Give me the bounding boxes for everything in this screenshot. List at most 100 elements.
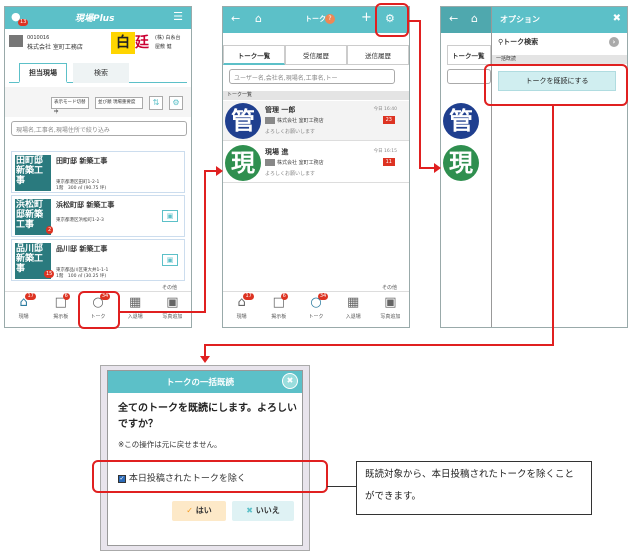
site-tabs: 担当現場 検索 <box>9 63 187 83</box>
nav-badge: 17 <box>25 293 36 300</box>
bottom-nav: ⌂ 17 現場 □ 6 掲示板 ○ 34 トーク ▦ 入退場 ▣ 写真追加 <box>223 291 409 327</box>
talk-badge: 11 <box>382 158 395 166</box>
camera-icon: ▣ <box>384 295 397 310</box>
tab-assigned-sites[interactable]: 担当現場 <box>19 63 67 83</box>
help-icon[interactable]: ? <box>325 14 335 24</box>
talk-search-label: トーク検索 <box>503 38 539 46</box>
arrow-head <box>200 356 210 363</box>
right-company: (株) 白糸台 <box>155 35 181 41</box>
tab-sent[interactable]: 送信履歴 <box>347 45 409 65</box>
nav-badge: 6 <box>62 293 70 300</box>
dialog-message: 全てのトークを既読にします。よろしいですか？ <box>118 403 297 430</box>
truck-icon[interactable]: ▣ <box>162 254 178 266</box>
talk-row[interactable]: 現 現場 進 株式会社 室町工務店 よろしくお願いします 今日 16:15 11 <box>223 143 409 183</box>
no-button[interactable]: ✖ いいえ <box>232 501 294 521</box>
plus-icon[interactable]: + <box>361 11 372 25</box>
yes-button[interactable]: ✓ はい <box>172 501 226 521</box>
user-info: 0010016 株式会社 室町工務店 白 廷 (株) 白糸台 屋敷 健 <box>5 29 191 57</box>
right-person: 屋敷 健 <box>155 44 172 50</box>
talk-list-screen: ← ⌂ トーク ? + ⚙ トーク一覧 受信履歴 送信履歴 ユーザー名,会社名,… <box>222 6 410 328</box>
dialog-header: トークの一括既読 ✖ <box>108 371 302 393</box>
option-panel-screen: ← ⌂ トーク一覧 管 現 オプション ✖ ⚲トーク検索 › 一括既読 トークを… <box>440 6 628 328</box>
display-mode-label: 表示モード切替 <box>54 100 86 105</box>
tab-search[interactable]: 検索 <box>73 63 129 83</box>
connector <box>419 167 435 169</box>
hamburger-icon[interactable]: ☰ <box>173 10 183 24</box>
nav-label: 掲示板 <box>53 314 69 320</box>
nav-board[interactable]: □ 6 掲示板 <box>260 292 297 327</box>
dim-avatar: 現 <box>443 145 479 181</box>
sort-order-button[interactable]: 並び順 現場重要度 <box>95 97 143 109</box>
display-mode-button[interactable]: 表示モード切替 中 <box>51 97 89 115</box>
option-title: オプション <box>500 15 540 24</box>
connector <box>119 311 205 313</box>
nav-photo[interactable]: ▣ 写真追加 <box>372 292 409 327</box>
dim-header: ← ⌂ <box>441 7 491 33</box>
user-building-icon <box>9 35 23 47</box>
talk-row[interactable]: 管 管理 一郎 株式会社 室町工務店 よろしくお願いします 今日 16:40 2… <box>223 101 409 141</box>
app-header: ● 13 現場Plus ☰ <box>5 7 191 29</box>
explanation-callout: 既読対象から、本日投稿されたトークを除くことができます。 <box>356 461 592 515</box>
site-address-text: 東京都港区浜松町1-2-3 <box>56 218 104 223</box>
talk-time: 今日 16:15 <box>373 149 397 154</box>
tab-received[interactable]: 受信履歴 <box>285 45 347 65</box>
talk-tabs: トーク一覧 受信履歴 送信履歴 <box>223 45 409 65</box>
nav-badge: 17 <box>243 293 254 300</box>
nav-entry[interactable]: ▦ 入退場 <box>117 292 154 327</box>
truck-icon[interactable]: ▣ <box>162 210 178 222</box>
tab-talk-list[interactable]: トーク一覧 <box>223 45 285 65</box>
sort-order-value: 現場重要度 <box>112 100 136 105</box>
talk-message: よろしくお願いします <box>265 171 316 177</box>
nav-label: 現場 <box>236 314 247 320</box>
no-label: いいえ <box>255 506 280 515</box>
close-icon[interactable]: ✖ <box>613 13 621 24</box>
home-icon: ⌂ <box>471 12 478 25</box>
other-link[interactable]: その他 <box>162 284 177 291</box>
other-link[interactable]: その他 <box>382 284 397 291</box>
display-mode-value: 中 <box>54 110 59 115</box>
back-arrow-icon[interactable]: ← <box>231 12 240 26</box>
nav-site[interactable]: ⌂ 17 現場 <box>223 292 260 327</box>
home-icon[interactable]: ⌂ <box>255 12 262 26</box>
back-arrow-icon: ← <box>449 12 459 25</box>
site-address: 東京都港区田町1-2-1 1階 300 ㎡ (90.75 坪) <box>56 180 106 192</box>
arrow-head <box>216 166 223 176</box>
entry-icon: ▦ <box>129 295 142 310</box>
talk-company: 株式会社 室町工務店 <box>277 160 324 166</box>
nav-board[interactable]: □ 6 掲示板 <box>42 292 79 327</box>
site-address: 東京都港区浜松町1-2-3 <box>56 218 104 224</box>
site-address-text: 東京都港区田町1-2-1 <box>56 180 100 185</box>
highlight-talk-nav <box>78 291 120 329</box>
highlight-checkbox <box>92 460 328 493</box>
talk-title: トーク <box>305 15 326 23</box>
bell-badge: 13 <box>18 19 29 26</box>
talk-search-option[interactable]: ⚲トーク検索 › <box>492 35 627 49</box>
site-badge: 15 <box>44 270 55 278</box>
nav-label: トーク <box>308 314 324 320</box>
site-card[interactable]: 品川邸新築工事 15 品川邸 新築工事 東京都品川区東大井1-1-1 1階 10… <box>11 239 185 281</box>
site-name: 田町邸 新築工事 <box>56 157 108 165</box>
connector <box>204 170 206 313</box>
site-search-input[interactable]: 現場名,工事名,現場住所で絞り込み <box>11 121 187 136</box>
nav-photo[interactable]: ▣ 写真追加 <box>154 292 191 327</box>
site-thumbnail: 田町邸新築工事 <box>15 155 51 191</box>
tutorial-figure: ● 13 現場Plus ☰ 0010016 株式会社 室町工務店 白 廷 (株)… <box>0 0 633 559</box>
site-address-text: 東京都品川区東大井1-1-1 <box>56 268 109 273</box>
nav-talk[interactable]: ○ 34 トーク <box>297 292 334 327</box>
sort-order-label: 並び順 <box>98 100 112 105</box>
nav-site[interactable]: ⌂ 17 現場 <box>5 292 42 327</box>
bulk-read-section: 一括既読 <box>492 55 627 64</box>
sort-icon[interactable]: ⇅ <box>149 96 163 110</box>
close-icon[interactable]: ✖ <box>282 373 298 389</box>
talk-section-label: トーク一覧 <box>223 91 409 100</box>
talk-search-input[interactable]: ユーザー名,会社名,現場名,工事名,トー <box>229 69 395 84</box>
site-card[interactable]: 浜松町邸新築工事 2 浜松町邸 新築工事 東京都港区浜松町1-2-3 ▣ <box>11 195 185 237</box>
gear-icon[interactable]: ⚙ <box>169 96 183 110</box>
site-detail-text: 1階 100 ㎡ (30.25 坪) <box>56 274 107 279</box>
dim-tab: トーク一覧 <box>447 45 491 65</box>
site-card[interactable]: 田町邸新築工事 田町邸 新築工事 東京都港区田町1-2-1 1階 300 ㎡ (… <box>11 151 185 193</box>
company-icon <box>265 159 275 166</box>
talk-time: 今日 16:40 <box>373 107 397 112</box>
nav-entry[interactable]: ▦ 入退場 <box>335 292 372 327</box>
cross-icon: ✖ <box>246 506 253 515</box>
